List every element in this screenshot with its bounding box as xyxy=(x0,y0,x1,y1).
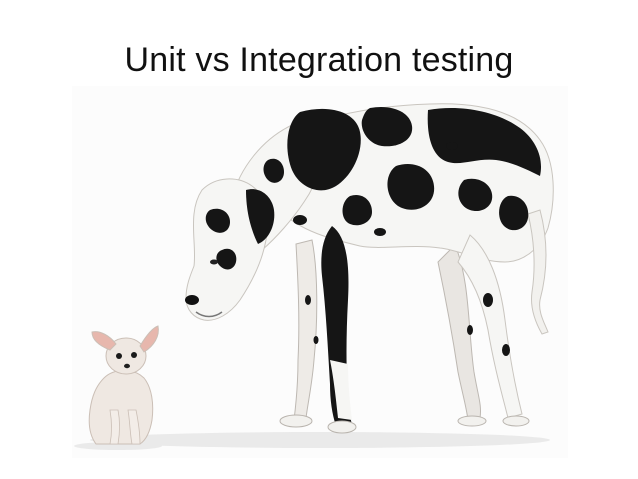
dogs-photo xyxy=(74,103,554,450)
chihuahua xyxy=(88,325,159,445)
great-dane xyxy=(185,103,554,434)
dane-paws xyxy=(279,414,530,434)
slide: Unit vs Integration testing xyxy=(0,0,638,479)
